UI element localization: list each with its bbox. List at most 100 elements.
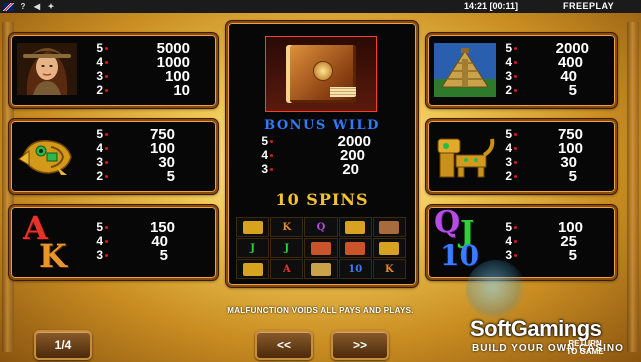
ace-king-icon: A K — [19, 209, 79, 275]
pay-list-pyramid: 5 2000 4 400 3 40 25 — [502, 40, 602, 99]
pay-list-bird: 5 750 4 100 3 30 25 — [93, 126, 193, 185]
pay-amount: 5 — [568, 81, 577, 99]
pay-row: 3 20 — [258, 160, 378, 178]
uk-flag-icon[interactable] — [3, 2, 14, 11]
reel-cell-glyph: A — [282, 263, 291, 275]
paytable-panel-jaguar: 5 750 4 100 3 30 25 — [426, 119, 617, 194]
pay-count: 5 — [96, 41, 103, 55]
pay-count: 2 — [505, 169, 512, 183]
pay-count: 4 — [505, 234, 512, 248]
reel-cell — [304, 259, 338, 279]
reel-cell — [372, 217, 406, 237]
prev-page-button[interactable]: << — [255, 330, 313, 360]
reel-cell-glyph: 10 — [348, 263, 363, 275]
book-icon — [345, 241, 366, 255]
top-status-bar: ? ◀ ✦ 14:21 [00:11] FREEPLAY — [0, 0, 641, 13]
pay-list-jaguar: 5 750 4 100 3 30 25 — [502, 126, 602, 185]
king-letter: K — [39, 237, 67, 275]
pay-count: 4 — [96, 141, 103, 155]
reel-cell — [236, 259, 270, 279]
reel-cell-glyph: K — [282, 221, 292, 233]
paytable-panel-bird: 5 750 4 100 3 30 25 — [9, 119, 218, 194]
pay-amount: 5 — [159, 246, 168, 264]
pay-count: 3 — [505, 155, 512, 169]
paytable-panel-ak: A K 5 150 4 40 35 — [9, 205, 218, 280]
pay-count: 2 — [96, 169, 103, 183]
reel-cell-glyph: J — [250, 242, 255, 254]
pay-count: 5 — [96, 220, 103, 234]
pay-row: 2 10 — [93, 81, 193, 99]
pay-list-woman: 5 5000 4 1000 3 100 2 10 — [93, 40, 193, 99]
reel-cell: K — [270, 217, 304, 237]
jaguar-icon — [242, 220, 263, 234]
pay-count: 5 — [96, 127, 103, 141]
book-icon — [265, 36, 377, 112]
paytable-panel-woman: 5 5000 4 1000 3 100 2 10 — [9, 33, 218, 108]
pay-count: 3 — [96, 69, 103, 83]
book-pages — [330, 87, 356, 97]
pay-list-book: 5 2000 4 200 3 20 — [258, 133, 378, 178]
softgamings-logo — [466, 260, 526, 320]
jaguar-icon — [379, 241, 400, 255]
pay-count: 5 — [261, 134, 268, 148]
page-indicator: 1/4 — [34, 330, 92, 360]
pay-row: 25 — [502, 167, 602, 185]
reel-cell — [338, 217, 372, 237]
softgamings-watermark: SoftGamings BUILD YOUR OWN CASINO — [446, 260, 641, 362]
next-page-button[interactable]: >> — [331, 330, 389, 360]
book-icon — [310, 241, 331, 255]
pay-count: 5 — [505, 41, 512, 55]
mute-icon[interactable]: ◀ — [32, 2, 42, 11]
help-icon[interactable]: ? — [18, 2, 28, 11]
woman-icon — [17, 43, 77, 95]
queen-letter: Q — [434, 205, 461, 240]
clock-display: 14:21 [00:11] — [464, 1, 519, 11]
pay-list-ak: 5 150 4 40 35 — [93, 219, 193, 264]
pay-count: 3 — [96, 155, 103, 169]
jaguar-icon — [345, 220, 366, 234]
reel-cell: K — [372, 259, 406, 279]
woman-icon — [379, 220, 400, 234]
reel-cell: 10 — [338, 259, 372, 279]
pay-amount: 5 — [568, 167, 577, 185]
pay-amount: 10 — [173, 81, 190, 99]
pay-count: 4 — [96, 55, 103, 69]
bonus-wild-title: BONUS WILD — [264, 118, 380, 133]
reel-cell: J — [236, 238, 270, 258]
pay-count: 4 — [261, 148, 268, 162]
reel-cell — [372, 238, 406, 258]
pay-count: 3 — [261, 162, 268, 176]
reel-cell: J — [270, 238, 304, 258]
mode-label: FREEPLAY — [563, 1, 615, 11]
pay-count: 2 — [505, 83, 512, 97]
jaguar-icon — [242, 262, 263, 276]
pay-amount: 5 — [166, 167, 175, 185]
free-spins-title: 10 SPINS — [275, 190, 369, 209]
reel-cell-glyph: J — [284, 242, 290, 254]
pay-row: 25 — [93, 167, 193, 185]
pay-amount: 20 — [342, 160, 359, 178]
reel-cell: Q — [304, 217, 338, 237]
return-to-game-button[interactable]: RETURN TO GAME — [560, 340, 610, 356]
pay-count: 2 — [96, 83, 103, 97]
next-page-label: >> — [352, 338, 367, 352]
reel-cell-glyph: K — [385, 263, 394, 275]
pyramid-icon — [310, 262, 331, 276]
pay-list-qj10: 5 100 4 25 35 — [502, 219, 602, 264]
pay-count: 5 — [505, 220, 512, 234]
pay-count: 3 — [505, 69, 512, 83]
pay-count: 5 — [505, 127, 512, 141]
pay-row: 25 — [502, 81, 602, 99]
paytable-panel-bonus: BONUS WILD 5 2000 4 200 3 20 10 SPINS KQJJA… — [226, 21, 418, 287]
reel-cell — [236, 217, 270, 237]
page-indicator-label: 1/4 — [54, 338, 72, 352]
return-label-line2: TO GAME — [566, 347, 604, 356]
book-emblem — [313, 61, 333, 81]
reel-cell — [304, 238, 338, 258]
settings-icon[interactable]: ✦ — [46, 2, 56, 11]
bird-icon — [17, 133, 77, 179]
pyramid-icon — [434, 43, 496, 97]
pay-count: 3 — [96, 248, 103, 262]
pay-row: 35 — [93, 246, 193, 264]
pay-count: 4 — [96, 234, 103, 248]
